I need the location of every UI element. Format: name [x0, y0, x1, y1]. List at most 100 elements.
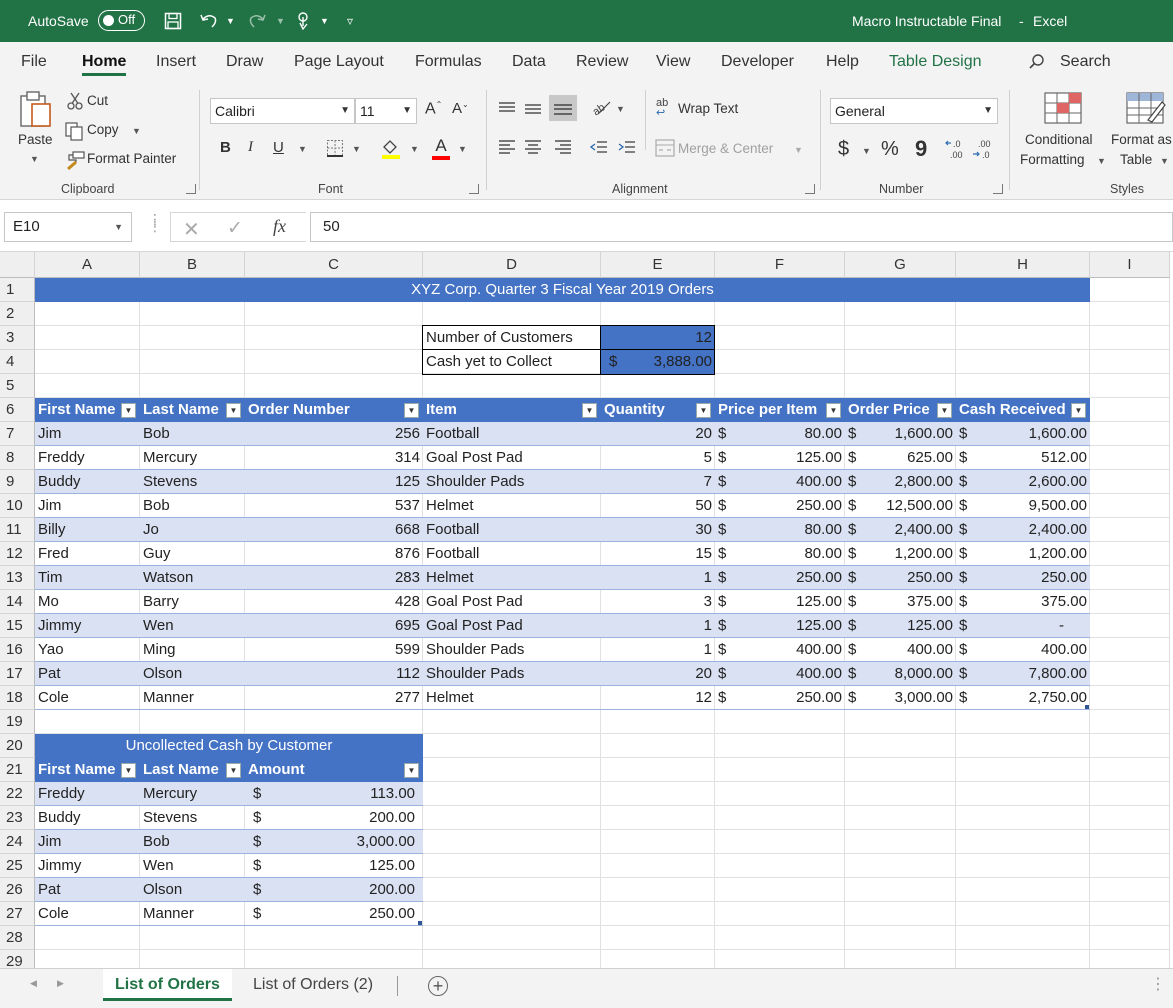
table-resize-handle[interactable]: [418, 921, 422, 925]
customers-label[interactable]: Number of Customers: [423, 326, 601, 350]
filter-dropdown-icon[interactable]: ▼: [937, 403, 952, 418]
search-icon[interactable]: [1028, 53, 1046, 74]
table-cell[interactable]: 12: [601, 686, 715, 710]
table-cell[interactable]: 2,400.00: [956, 518, 1090, 542]
table-cell[interactable]: Guy: [140, 542, 245, 566]
accounting-format-button[interactable]: $: [838, 138, 849, 161]
font-color-dropdown-icon[interactable]: ▼: [458, 144, 467, 154]
table-cell[interactable]: 537: [245, 494, 423, 518]
touch-mode-icon[interactable]: [292, 8, 314, 34]
table-cell[interactable]: 250.00: [715, 686, 845, 710]
table-cell[interactable]: Goal Post Pad: [423, 446, 601, 470]
table-cell[interactable]: Billy: [35, 518, 140, 542]
row-header-22[interactable]: 22: [0, 782, 35, 806]
table-cell[interactable]: 1,200.00: [845, 542, 956, 566]
filter-dropdown-icon[interactable]: ▼: [226, 403, 241, 418]
table-cell[interactable]: 125.00: [715, 614, 845, 638]
align-top-icon[interactable]: [498, 100, 516, 119]
table-cell[interactable]: 3: [601, 590, 715, 614]
table-cell[interactable]: 277: [245, 686, 423, 710]
conditional-formatting-label2[interactable]: Formatting: [1020, 152, 1085, 167]
row-header-8[interactable]: 8: [0, 446, 35, 470]
table-cell[interactable]: Fred: [35, 542, 140, 566]
sheet-title[interactable]: XYZ Corp. Quarter 3 Fiscal Year 2019 Ord…: [35, 278, 1090, 302]
table-cell[interactable]: Mo: [35, 590, 140, 614]
table-cell[interactable]: Yao: [35, 638, 140, 662]
row-header-23[interactable]: 23: [0, 806, 35, 830]
table-cell[interactable]: 80.00: [715, 422, 845, 446]
table-cell[interactable]: Bob: [140, 422, 245, 446]
table-cell[interactable]: 625.00: [845, 446, 956, 470]
table-cell[interactable]: 3,000.00: [245, 830, 423, 854]
table-cell[interactable]: 200.00: [245, 806, 423, 830]
table-cell[interactable]: 2,800.00: [845, 470, 956, 494]
table-cell[interactable]: Wen: [140, 854, 245, 878]
table-cell[interactable]: 2,750.00: [956, 686, 1090, 710]
orders-header-7[interactable]: Cash Received: [956, 398, 1090, 422]
tab-insert[interactable]: Insert: [156, 42, 196, 82]
row-header-9[interactable]: 9: [0, 470, 35, 494]
column-header-a[interactable]: A: [35, 252, 140, 278]
table-cell[interactable]: 250.00: [715, 566, 845, 590]
table-cell[interactable]: 113.00: [245, 782, 423, 806]
table-cell[interactable]: 15: [601, 542, 715, 566]
table-cell[interactable]: Pat: [35, 878, 140, 902]
table-cell[interactable]: Jim: [35, 422, 140, 446]
table-cell[interactable]: Barry: [140, 590, 245, 614]
number-format-combo[interactable]: General ▼: [830, 98, 998, 124]
options-icon[interactable]: ⋮: [1150, 974, 1166, 994]
fill-color-icon[interactable]: [380, 137, 402, 162]
row-header-5[interactable]: 5: [0, 374, 35, 398]
uncollected-header-2[interactable]: Amount: [245, 758, 423, 782]
format-as-table-label2[interactable]: Table: [1120, 152, 1152, 167]
column-header-i[interactable]: I: [1090, 252, 1170, 278]
table-cell[interactable]: Freddy: [35, 782, 140, 806]
customers-value[interactable]: 12: [601, 326, 715, 350]
uncollected-title[interactable]: Uncollected Cash by Customer: [35, 734, 423, 758]
tab-formulas[interactable]: Formulas: [415, 42, 482, 82]
table-cell[interactable]: 375.00: [845, 590, 956, 614]
borders-dropdown-icon[interactable]: ▼: [352, 144, 361, 154]
table-cell[interactable]: 112: [245, 662, 423, 686]
format-painter-icon[interactable]: [64, 150, 86, 173]
table-cell[interactable]: 256: [245, 422, 423, 446]
cash-label[interactable]: Cash yet to Collect: [423, 350, 601, 374]
table-cell[interactable]: 7,800.00: [956, 662, 1090, 686]
table-cell[interactable]: 20: [601, 422, 715, 446]
search-label[interactable]: Search: [1060, 42, 1111, 82]
cash-value[interactable]: 3,888.00: [601, 350, 715, 374]
table-cell[interactable]: Tim: [35, 566, 140, 590]
table-cell[interactable]: Stevens: [140, 806, 245, 830]
table-cell[interactable]: 668: [245, 518, 423, 542]
merge-dropdown-icon[interactable]: ▼: [794, 145, 803, 155]
tab-draw[interactable]: Draw: [226, 42, 263, 82]
table-dropdown-icon[interactable]: ▼: [1160, 156, 1169, 166]
table-cell[interactable]: 1: [601, 566, 715, 590]
table-cell[interactable]: 250.00: [245, 902, 423, 926]
table-cell[interactable]: Ming: [140, 638, 245, 662]
table-cell[interactable]: 80.00: [715, 542, 845, 566]
underline-button[interactable]: U: [273, 139, 284, 156]
column-header-b[interactable]: B: [140, 252, 245, 278]
tab-developer[interactable]: Developer: [721, 42, 794, 82]
table-cell[interactable]: Football: [423, 542, 601, 566]
name-box[interactable]: E10 ▼: [4, 212, 132, 242]
table-cell[interactable]: 8,000.00: [845, 662, 956, 686]
table-cell[interactable]: Bob: [140, 494, 245, 518]
font-size-combo[interactable]: 11 ▼: [355, 98, 417, 124]
row-header-11[interactable]: 11: [0, 518, 35, 542]
table-cell[interactable]: -: [956, 614, 1090, 638]
row-header-26[interactable]: 26: [0, 878, 35, 902]
save-icon[interactable]: [162, 8, 184, 34]
paste-button[interactable]: Paste: [18, 132, 53, 147]
table-cell[interactable]: Goal Post Pad: [423, 614, 601, 638]
table-cell[interactable]: Football: [423, 518, 601, 542]
conditional-formatting-icon[interactable]: [1044, 92, 1082, 127]
row-header-15[interactable]: 15: [0, 614, 35, 638]
row-header-14[interactable]: 14: [0, 590, 35, 614]
row-header-17[interactable]: 17: [0, 662, 35, 686]
table-cell[interactable]: Helmet: [423, 686, 601, 710]
table-cell[interactable]: 125.00: [845, 614, 956, 638]
table-cell[interactable]: Manner: [140, 686, 245, 710]
selected-cell-e10[interactable]: [600, 493, 715, 518]
